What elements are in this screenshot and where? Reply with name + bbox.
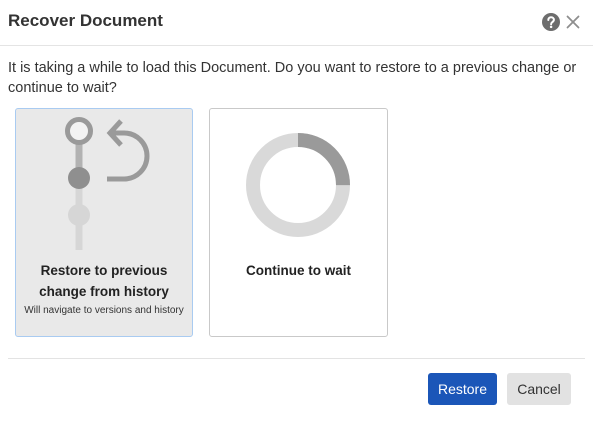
dialog-title: Recover Document <box>8 11 163 30</box>
continue-to-wait-option[interactable]: Continue to wait <box>209 108 388 337</box>
header-divider <box>0 45 593 46</box>
option-subtitle: Will navigate to versions and history <box>24 305 184 316</box>
close-icon[interactable] <box>566 15 580 29</box>
recover-document-dialog: Recover Document It is taking a while to… <box>0 0 593 424</box>
option-title: Continue to wait <box>246 263 351 278</box>
cancel-button[interactable]: Cancel <box>507 373 571 405</box>
footer-divider <box>8 358 585 359</box>
progress-donut-icon <box>246 133 350 237</box>
option-title: Restore to previous change from history <box>39 263 169 299</box>
undo-arrow-icon <box>106 119 150 182</box>
restore-from-history-option[interactable]: Restore to previous change from history … <box>15 108 193 337</box>
help-icon[interactable] <box>542 13 560 31</box>
dialog-message: It is taking a while to load this Docume… <box>8 60 577 96</box>
timeline-ring <box>65 117 93 145</box>
timeline-node-current <box>68 167 90 189</box>
timeline-node-previous <box>68 204 90 226</box>
history-timeline-icon <box>65 117 150 250</box>
restore-button[interactable]: Restore <box>428 373 497 405</box>
